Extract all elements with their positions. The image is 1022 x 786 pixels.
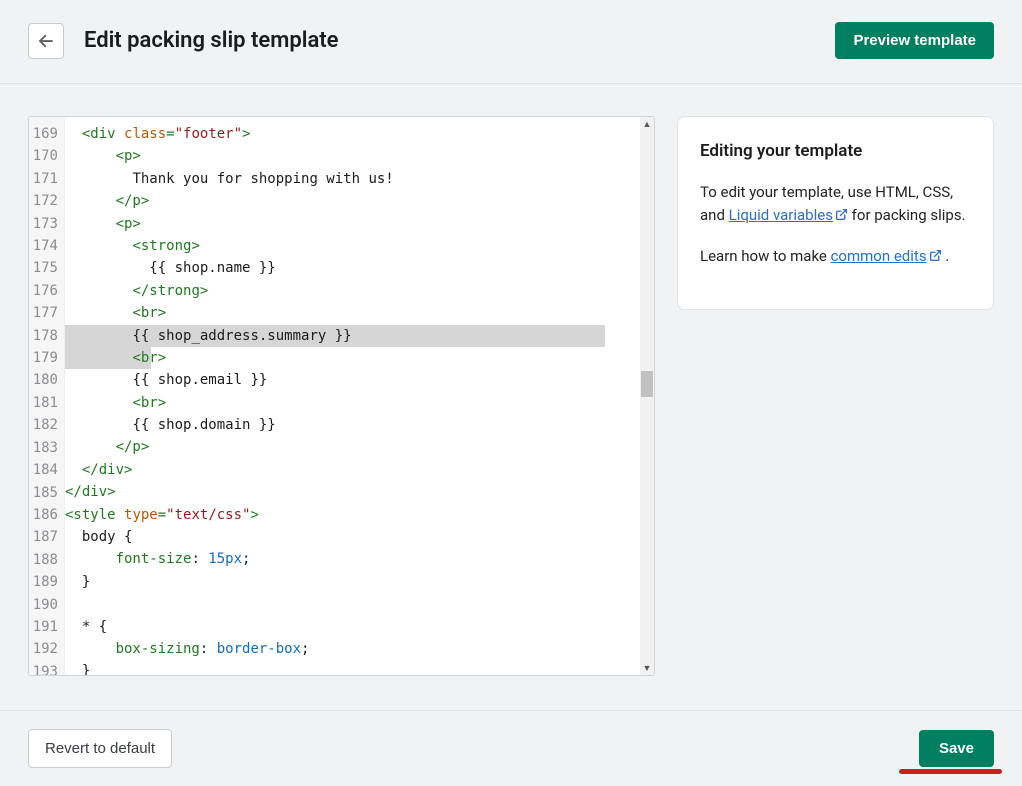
code-line[interactable]: * { [65,616,654,638]
code-line[interactable]: </strong> [65,280,654,302]
help-paragraph-2: Learn how to make common edits . [700,245,971,269]
external-link-icon [835,205,848,228]
code-line[interactable]: {{ shop_address.summary }} [65,325,654,347]
save-button-wrap: Save [919,730,994,767]
code-line[interactable]: </p> [65,190,654,212]
code-line[interactable]: {{ shop.domain }} [65,414,654,436]
editor-gutter: 1691701711721731741751761771781791801811… [29,117,65,675]
scrollbar-arrow-up-icon[interactable]: ▲ [640,117,654,131]
editor-code-area[interactable]: <div class="footer"> <p> Thank you for s… [65,117,654,675]
code-line[interactable]: } [65,660,654,675]
page-header: Edit packing slip template Preview templ… [0,0,1022,84]
code-line[interactable]: } [65,571,654,593]
code-line[interactable]: Thank you for shopping with us! [65,168,654,190]
code-line[interactable]: body { [65,526,654,548]
editor-scrollbar[interactable]: ▲ ▼ [640,117,654,675]
external-link-icon [929,246,942,269]
arrow-left-icon [37,32,55,50]
code-line[interactable]: {{ shop.name }} [65,257,654,279]
page-footer: Revert to default Save [0,710,1022,786]
save-button[interactable]: Save [919,730,994,767]
code-line[interactable]: font-size: 15px; [65,548,654,570]
preview-template-button[interactable]: Preview template [835,22,994,59]
code-line[interactable]: box-sizing: border-box; [65,638,654,660]
revert-to-default-button[interactable]: Revert to default [28,729,172,768]
code-line[interactable]: </div> [65,481,654,503]
code-line[interactable]: <style type="text/css"> [65,504,654,526]
code-line[interactable]: </div> [65,459,654,481]
code-line[interactable] [65,593,654,615]
help-text: for packing slips. [848,206,966,224]
back-button[interactable] [28,23,64,59]
code-line[interactable]: <br> [65,302,654,324]
page-title: Edit packing slip template [84,28,338,53]
main-content: 1691701711721731741751761771781791801811… [0,84,1022,676]
code-editor[interactable]: 1691701711721731741751761771781791801811… [28,116,655,676]
code-line[interactable]: <p> [65,145,654,167]
help-paragraph-1: To edit your template, use HTML, CSS, an… [700,181,971,229]
code-line[interactable]: <br> [65,392,654,414]
code-line[interactable]: <br> [65,347,654,369]
help-text: . [942,247,950,265]
liquid-variables-link[interactable]: Liquid variables [729,206,848,224]
help-panel: Editing your template To edit your templ… [677,116,994,310]
common-edits-link[interactable]: common edits [831,247,942,265]
code-line[interactable]: <p> [65,213,654,235]
annotation-underline [899,769,1002,774]
code-line[interactable]: <strong> [65,235,654,257]
scrollbar-thumb[interactable] [641,371,653,397]
help-text: Learn how to make [700,247,831,265]
code-line[interactable]: </p> [65,436,654,458]
header-left: Edit packing slip template [28,23,338,59]
code-line[interactable]: {{ shop.email }} [65,369,654,391]
code-line[interactable]: <div class="footer"> [65,123,654,145]
help-heading: Editing your template [700,141,971,161]
scrollbar-arrow-down-icon[interactable]: ▼ [640,661,654,675]
